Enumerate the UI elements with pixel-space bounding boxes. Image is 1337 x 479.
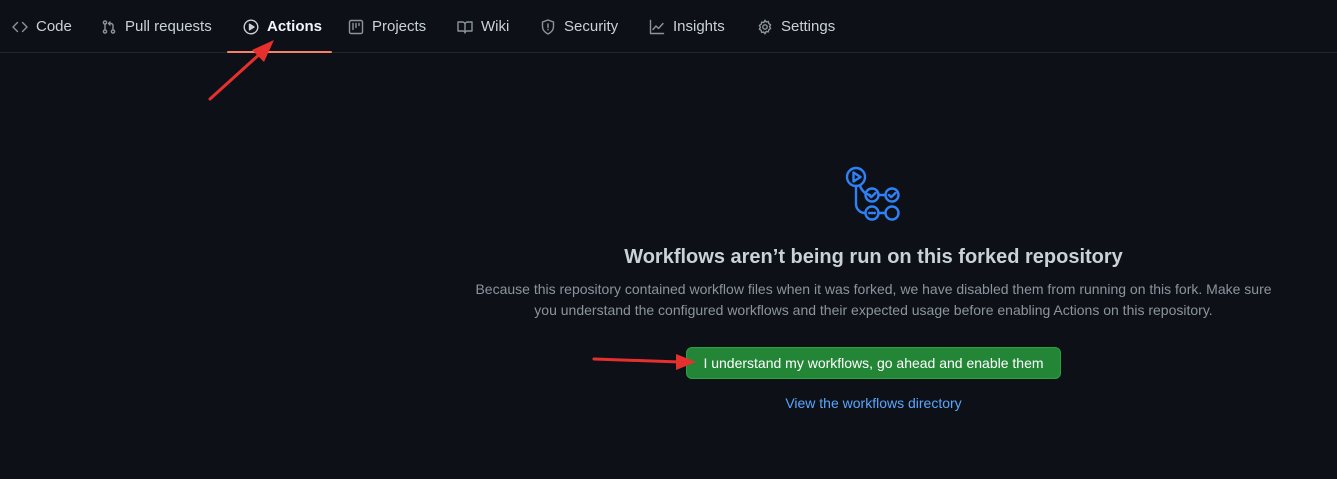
tab-pull-requests[interactable]: Pull requests — [101, 0, 212, 53]
tab-settings-label: Settings — [781, 18, 836, 35]
tab-insights-label: Insights — [673, 18, 725, 35]
project-icon — [348, 19, 364, 34]
shield-icon — [541, 18, 555, 35]
page-description: Because this repository contained workfl… — [475, 281, 1272, 318]
tab-projects[interactable]: Projects — [348, 0, 426, 53]
graph-icon — [649, 19, 665, 34]
tab-code-label: Code — [36, 18, 72, 35]
tab-pull-requests-label: Pull requests — [125, 18, 212, 35]
tab-actions[interactable]: Actions — [243, 0, 322, 53]
actions-disabled-panel: Workflows aren’t being run on this forke… — [460, 160, 1287, 411]
tab-actions-label: Actions — [267, 18, 323, 35]
book-icon — [457, 20, 473, 34]
tab-code[interactable]: Code — [12, 0, 72, 53]
pull-request-icon — [102, 19, 116, 34]
tab-wiki-label: Wiki — [481, 18, 510, 35]
page-heading: Workflows aren’t being run on this forke… — [624, 246, 1123, 268]
tab-projects-label: Projects — [372, 18, 427, 35]
tab-security[interactable]: Security — [540, 0, 618, 53]
code-icon — [12, 21, 28, 32]
tab-wiki[interactable]: Wiki — [457, 0, 509, 53]
tab-insights[interactable]: Insights — [649, 0, 725, 53]
active-tab-underline — [227, 51, 332, 53]
repo-nav-tabs: Code Pull requests Actions Projects Wiki… — [0, 0, 1337, 53]
workflow-icon — [845, 166, 900, 221]
workflows-directory-link[interactable]: View the workflows directory — [460, 395, 1287, 411]
tab-settings[interactable]: Settings — [757, 0, 835, 53]
play-icon — [243, 18, 259, 35]
enable-workflows-button[interactable]: I understand my workflows, go ahead and … — [686, 347, 1061, 379]
tab-security-label: Security — [564, 18, 619, 35]
gear-icon — [758, 19, 772, 34]
